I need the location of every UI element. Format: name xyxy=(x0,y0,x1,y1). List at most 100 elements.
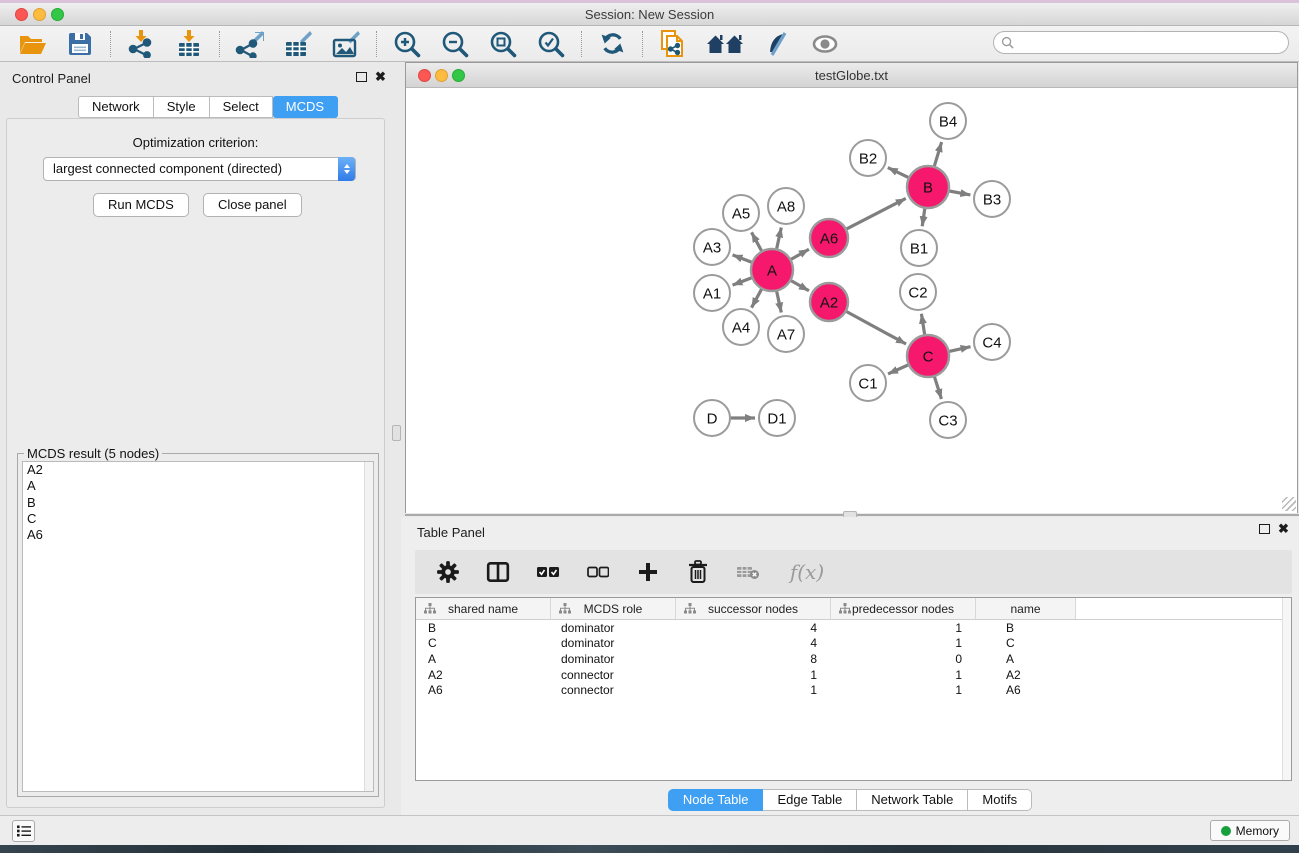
cell-name[interactable]: A xyxy=(976,652,1076,666)
cell-predecessor-nodes[interactable]: 1 xyxy=(831,668,976,682)
zoom-selected-icon[interactable] xyxy=(535,29,567,59)
mcds-result-list[interactable]: A2 A B C A6 xyxy=(22,461,374,792)
memory-button[interactable]: Memory xyxy=(1210,820,1290,841)
cell-predecessor-nodes[interactable]: 1 xyxy=(831,621,976,635)
column-header-predecessor-nodes[interactable]: predecessor nodes xyxy=(831,598,976,619)
table-row[interactable]: A2 connector 1 1 A2 xyxy=(416,667,1291,683)
list-item[interactable]: C xyxy=(23,511,373,527)
table-settings-gear-icon[interactable] xyxy=(435,559,461,585)
graph-edge[interactable] xyxy=(934,142,942,167)
graph-edge[interactable] xyxy=(949,191,971,195)
import-table-icon[interactable] xyxy=(173,29,205,59)
float-panel-icon[interactable] xyxy=(356,72,367,82)
delete-table-icon[interactable] xyxy=(735,559,761,585)
cell-predecessor-nodes[interactable]: 1 xyxy=(831,683,976,697)
tab-network-table[interactable]: Network Table xyxy=(857,789,968,811)
cell-mcds-role[interactable]: dominator xyxy=(551,636,676,650)
table-row[interactable]: B dominator 4 1 B xyxy=(416,620,1291,636)
cell-successor-nodes[interactable]: 1 xyxy=(676,683,831,697)
column-header-name[interactable]: name xyxy=(976,598,1076,619)
search-input[interactable] xyxy=(1014,34,1288,52)
graph-edge[interactable] xyxy=(846,198,906,229)
graph-edge[interactable] xyxy=(790,280,809,290)
graph-edge[interactable] xyxy=(934,376,941,399)
list-item[interactable]: A xyxy=(23,478,373,494)
cell-mcds-role[interactable]: connector xyxy=(551,668,676,682)
graph-edge[interactable] xyxy=(776,291,781,313)
tab-motifs[interactable]: Motifs xyxy=(968,789,1032,811)
show-panels-button[interactable] xyxy=(12,820,35,842)
graph-edge[interactable] xyxy=(752,288,762,307)
scrollbar-track[interactable] xyxy=(364,462,373,791)
scrollbar-track[interactable] xyxy=(1282,598,1291,780)
cell-successor-nodes[interactable]: 4 xyxy=(676,636,831,650)
tab-node-table[interactable]: Node Table xyxy=(668,789,764,811)
cell-shared-name[interactable]: A6 xyxy=(416,683,551,697)
tab-edge-table[interactable]: Edge Table xyxy=(763,789,857,811)
cell-name[interactable]: B xyxy=(976,621,1076,635)
graph-edge[interactable] xyxy=(776,227,781,249)
cell-name[interactable]: A6 xyxy=(976,683,1076,697)
tab-network[interactable]: Network xyxy=(78,96,154,118)
table-row[interactable]: A6 connector 1 1 A6 xyxy=(416,682,1291,698)
birds-eye-view-icon[interactable] xyxy=(809,29,841,59)
cell-successor-nodes[interactable]: 1 xyxy=(676,668,831,682)
criterion-dropdown[interactable]: largest connected component (directed) xyxy=(43,157,356,181)
cell-shared-name[interactable]: A2 xyxy=(416,668,551,682)
close-panel-icon[interactable]: ✖ xyxy=(375,70,386,83)
cell-shared-name[interactable]: A xyxy=(416,652,551,666)
list-item[interactable]: A6 xyxy=(23,527,373,543)
export-network-icon[interactable] xyxy=(234,29,266,59)
run-mcds-button[interactable]: Run MCDS xyxy=(93,193,189,217)
search-field[interactable] xyxy=(993,31,1289,54)
table-row[interactable]: A dominator 8 0 A xyxy=(416,651,1291,667)
cell-shared-name[interactable]: C xyxy=(416,636,551,650)
import-network-icon[interactable] xyxy=(125,29,157,59)
function-builder-button[interactable]: f(x) xyxy=(785,559,829,585)
cell-predecessor-nodes[interactable]: 0 xyxy=(831,652,976,666)
cell-name[interactable]: C xyxy=(976,636,1076,650)
tab-select[interactable]: Select xyxy=(210,96,273,118)
network-canvas[interactable]: ABCA2A6A1A3A4A5A7A8B1B2B3B4C1C2C3C4DD1 xyxy=(406,89,1297,513)
zoom-in-icon[interactable] xyxy=(391,29,423,59)
select-all-columns-icon[interactable] xyxy=(535,559,561,585)
splitter-handle[interactable] xyxy=(392,425,401,441)
network-home-icon[interactable] xyxy=(705,29,745,59)
open-file-icon[interactable] xyxy=(16,29,48,59)
resize-grip-icon[interactable] xyxy=(1282,497,1296,511)
graph-edge[interactable] xyxy=(733,278,753,286)
zoom-fit-icon[interactable] xyxy=(487,29,519,59)
export-image-icon[interactable] xyxy=(330,29,362,59)
list-item[interactable]: A2 xyxy=(23,462,373,478)
save-session-icon[interactable] xyxy=(64,29,96,59)
graph-edge[interactable] xyxy=(733,255,753,263)
cell-shared-name[interactable]: B xyxy=(416,621,551,635)
unselect-all-columns-icon[interactable] xyxy=(585,559,611,585)
refresh-icon[interactable] xyxy=(596,29,628,59)
list-item[interactable]: B xyxy=(23,495,373,511)
clone-network-icon[interactable] xyxy=(657,29,689,59)
close-panel-icon[interactable]: ✖ xyxy=(1278,522,1289,535)
table-row[interactable]: C dominator 4 1 C xyxy=(416,636,1291,652)
create-column-plus-icon[interactable] xyxy=(635,559,661,585)
cell-successor-nodes[interactable]: 4 xyxy=(676,621,831,635)
zoom-out-icon[interactable] xyxy=(439,29,471,59)
graph-edge[interactable] xyxy=(888,365,909,374)
tab-mcds[interactable]: MCDS xyxy=(273,96,338,118)
delete-column-trash-icon[interactable] xyxy=(685,559,711,585)
float-panel-icon[interactable] xyxy=(1259,524,1270,534)
graph-edge[interactable] xyxy=(888,168,909,178)
graph-edge[interactable] xyxy=(922,208,925,226)
cell-mcds-role[interactable]: connector xyxy=(551,683,676,697)
column-header-shared-name[interactable]: shared name xyxy=(416,598,551,619)
graph-edge[interactable] xyxy=(921,314,924,336)
cell-mcds-role[interactable]: dominator xyxy=(551,652,676,666)
graph-edge[interactable] xyxy=(790,249,809,259)
column-header-successor-nodes[interactable]: successor nodes xyxy=(676,598,831,619)
graph-edge[interactable] xyxy=(949,347,971,352)
tab-style[interactable]: Style xyxy=(154,96,210,118)
cell-successor-nodes[interactable]: 8 xyxy=(676,652,831,666)
graph-edge[interactable] xyxy=(752,232,762,251)
cell-predecessor-nodes[interactable]: 1 xyxy=(831,636,976,650)
cell-mcds-role[interactable]: dominator xyxy=(551,621,676,635)
